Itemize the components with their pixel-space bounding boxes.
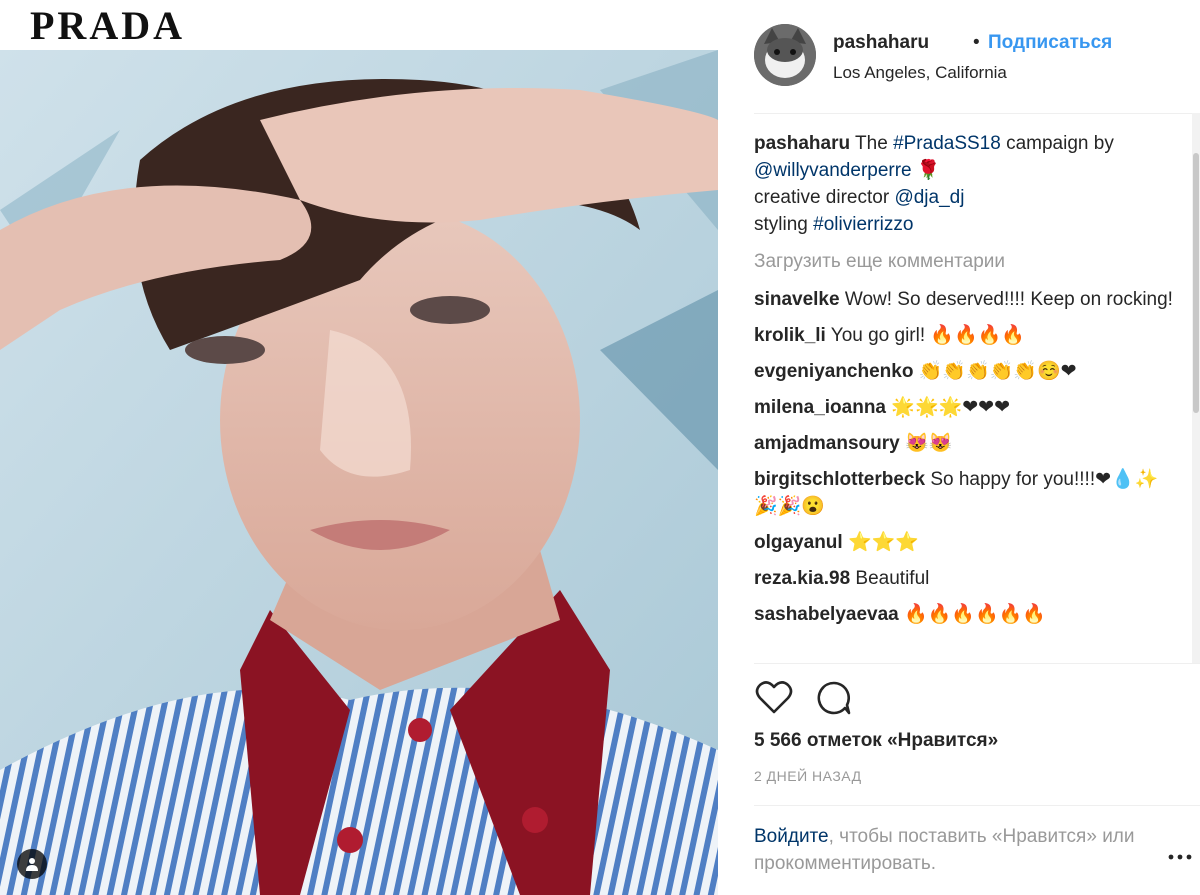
comment: evgeniyanchenko 👏👏👏👏👏☺️❤ <box>754 358 1174 385</box>
post-timestamp[interactable]: 2 ДНЕЙ НАЗАД <box>754 768 862 784</box>
more-options-icon <box>1168 854 1192 860</box>
comments-list: pashaharu The #PradaSS18 campaign by @wi… <box>754 130 1174 660</box>
post-photo-image <box>0 50 718 895</box>
load-more-comments-button[interactable]: Загрузить еще комментарии <box>754 248 1174 275</box>
comment: reza.kia.98 Beautiful <box>754 565 1174 592</box>
comment-username[interactable]: evgeniyanchenko <box>754 361 913 382</box>
comment: milena_ioanna 🌟🌟🌟❤❤❤ <box>754 394 1174 421</box>
comment-text: 🔥🔥🔥🔥🔥🔥 <box>904 604 1046 625</box>
footer-divider <box>754 805 1200 806</box>
like-button[interactable] <box>754 678 794 718</box>
comment-text: ⭐⭐⭐ <box>847 532 919 553</box>
comment-text: Wow! So deserved!!!! Keep on rocking! <box>844 289 1173 310</box>
comment: sashabelyaevaa 🔥🔥🔥🔥🔥🔥 <box>754 601 1174 628</box>
likes-count[interactable]: 5 566 отметок «Нравится» <box>754 730 998 752</box>
caption-text: The <box>850 133 894 154</box>
user-tag-icon[interactable] <box>17 849 47 879</box>
comment-icon <box>817 681 851 715</box>
comment-text: You go girl! 🔥🔥🔥🔥 <box>830 325 1026 346</box>
caption-username[interactable]: pashaharu <box>754 133 850 154</box>
comment-username[interactable]: birgitschlotterbeck <box>754 469 925 490</box>
comment-username[interactable]: sinavelke <box>754 289 840 310</box>
comment-username[interactable]: olgayanul <box>754 532 843 553</box>
comment: amjadmansoury 😻😻 <box>754 430 1174 457</box>
login-prompt: Войдите, чтобы поставить «Нравится» или … <box>754 823 1154 877</box>
comment-username[interactable]: milena_ioanna <box>754 397 886 418</box>
post-caption: pashaharu The #PradaSS18 campaign by @wi… <box>754 130 1174 238</box>
comment: olgayanul ⭐⭐⭐ <box>754 529 1174 556</box>
caption-text: campaign by <box>1000 133 1114 154</box>
comments-scrollbar[interactable] <box>1192 113 1200 663</box>
brand-logo: PRADA <box>30 3 185 48</box>
comment-text: 👏👏👏👏👏☺️❤ <box>918 361 1077 382</box>
separator-dot: • <box>973 32 980 53</box>
comment-text: 😻😻 <box>905 433 953 454</box>
comment-username[interactable]: krolik_li <box>754 325 826 346</box>
hashtag-link[interactable]: #PradaSS18 <box>893 133 1001 154</box>
comment: sinavelke Wow! So deserved!!!! Keep on r… <box>754 286 1174 313</box>
comment-text: 🌟🌟🌟❤❤❤ <box>891 397 1011 418</box>
post-username[interactable]: pashaharu <box>833 32 929 54</box>
avatar[interactable] <box>754 24 816 86</box>
post-photo[interactable] <box>0 50 718 895</box>
comment: krolik_li You go girl! 🔥🔥🔥🔥 <box>754 322 1174 349</box>
scrollbar-thumb[interactable] <box>1193 153 1199 413</box>
comment-text: Beautiful <box>855 568 930 589</box>
comment: birgitschlotterbeck So happy for you!!!!… <box>754 466 1174 520</box>
comment-username[interactable]: reza.kia.98 <box>754 568 850 589</box>
rose-emoji: 🌹 <box>911 160 941 181</box>
caption-text: creative director <box>754 187 895 208</box>
header-divider <box>754 113 1200 114</box>
mention-link[interactable]: @dja_dj <box>894 187 964 208</box>
comment-button[interactable] <box>814 678 854 718</box>
heart-icon <box>755 681 793 714</box>
follow-button[interactable]: Подписаться <box>988 32 1112 54</box>
mention-link[interactable]: @willyvanderperre <box>754 160 912 181</box>
comments-divider <box>754 663 1200 664</box>
post-header: pashaharu • Подписаться Los Angeles, Cal… <box>754 24 1184 90</box>
comment-username[interactable]: sashabelyaevaa <box>754 604 899 625</box>
post-side-panel: pashaharu • Подписаться Los Angeles, Cal… <box>718 0 1200 895</box>
more-options-button[interactable] <box>1165 847 1195 867</box>
login-link[interactable]: Войдите <box>754 826 829 847</box>
comment-username[interactable]: amjadmansoury <box>754 433 900 454</box>
post-location[interactable]: Los Angeles, California <box>833 63 1007 83</box>
hashtag-link[interactable]: #olivierrizzo <box>813 214 913 235</box>
caption-text: styling <box>754 214 814 235</box>
